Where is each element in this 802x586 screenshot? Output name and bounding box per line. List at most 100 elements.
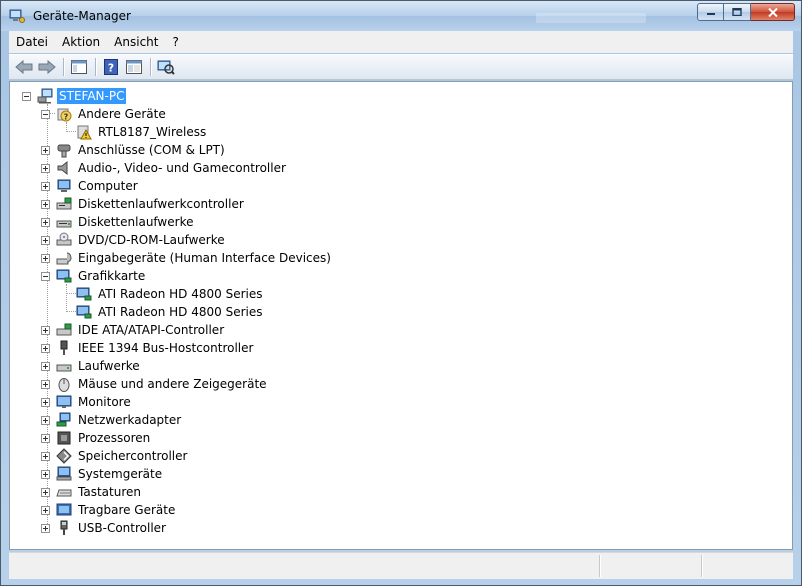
tree-node-computer[interactable]: Computer [41,177,140,195]
tree-node-andere-geraete[interactable]: ? Andere Geräte [41,105,168,123]
tree-label-computer: Computer [78,179,138,193]
svg-text:?: ? [108,62,114,75]
expand-toggle[interactable] [41,163,50,173]
help-icon: ? [104,59,118,75]
expand-toggle[interactable] [41,253,50,263]
tree-node-speichercontroller[interactable]: Speichercontroller [41,447,189,465]
tree-label-tragbare-geraete: Tragbare Geräte [78,503,176,517]
show-hide-console-tree-button[interactable] [68,56,90,78]
expand-toggle[interactable] [41,217,50,227]
mouse-icon [58,378,70,392]
port-icon [57,144,71,158]
device-tree[interactable]: STEFAN-PC ? Andere Geräte RTL8187_Wirele… [9,81,793,550]
processor-icon [57,431,71,445]
help-button[interactable]: ? [100,56,122,78]
scan-hardware-button[interactable] [155,56,177,78]
expand-toggle[interactable] [41,199,50,209]
collapse-toggle[interactable] [41,271,50,281]
title-bar[interactable]: Geräte-Manager [1,1,801,31]
menu-ansicht[interactable]: Ansicht [107,32,165,52]
status-separator [701,555,702,577]
tree-label-ide-ata: IDE ATA/ATAPI-Controller [78,323,225,337]
toolbar: ? [9,54,793,80]
menu-help[interactable]: ? [165,32,185,52]
tree-node-laufwerke[interactable]: Laufwerke [41,357,142,375]
tree-node-ati-radeon-2[interactable]: ATI Radeon HD 4800 Series [76,303,264,321]
speaker-icon [57,160,68,176]
tree-node-anschluesse[interactable]: Anschlüsse (COM & LPT) [41,141,227,159]
expand-toggle[interactable] [41,523,50,533]
collapse-toggle[interactable] [41,109,50,119]
tree-node-systemgeraete[interactable]: Systemgeräte [41,465,164,483]
expand-toggle[interactable] [41,487,50,497]
hid-icon [56,252,72,265]
tree-label-rtl8187-wireless: RTL8187_Wireless [98,125,207,139]
minimize-button[interactable] [697,3,724,21]
expand-toggle[interactable] [41,145,50,155]
tree-node-rtl8187-wireless[interactable]: RTL8187_Wireless [76,123,208,141]
tree-label-ieee-1394: IEEE 1394 Bus-Hostcontroller [78,341,254,355]
expand-toggle[interactable] [41,451,50,461]
expand-toggle[interactable] [41,325,50,335]
firewire-icon [60,340,68,355]
tree-label-prozessoren: Prozessoren [78,431,151,445]
tree-node-maeuse[interactable]: Mäuse und andere Zeigegeräte [41,375,269,393]
maximize-button[interactable] [724,3,751,21]
collapse-toggle[interactable] [22,91,31,101]
scan-hardware-icon [157,60,175,75]
disk-drive-icon [56,364,72,372]
tree-node-tastaturen[interactable]: Tastaturen [41,483,143,501]
forward-button[interactable] [36,56,58,78]
back-icon [15,60,33,74]
tree-node-ieee-1394[interactable]: IEEE 1394 Bus-Hostcontroller [41,339,255,357]
display-adapter-icon [56,269,72,283]
tree-node-audio[interactable]: Audio-, Video- und Gamecontroller [41,159,288,177]
floppy-controller-icon [56,197,72,210]
properties-button[interactable] [123,56,145,78]
expand-toggle[interactable] [41,235,50,245]
tree-node-tragbare-geraete[interactable]: Tragbare Geräte [41,501,177,519]
tree-node-netzwerkadapter[interactable]: Netzwerkadapter [41,411,183,429]
tree-node-grafikkarte[interactable]: Grafikkarte [41,267,147,285]
forward-icon [38,60,56,74]
portable-device-icon [56,503,72,516]
tree-node-diskettenlaufwerkcontroller[interactable]: Diskettenlaufwerkcontroller [41,195,246,213]
tree-label-grafikkarte: Grafikkarte [78,269,146,283]
tree-node-usb-controller[interactable]: USB-Controller [41,519,168,537]
tree-node-monitore[interactable]: Monitore [41,393,133,411]
back-button[interactable] [13,56,35,78]
toolbar-separator [95,58,96,76]
tree-node-ati-radeon-1[interactable]: ATI Radeon HD 4800 Series [76,285,264,303]
minimize-icon [706,13,715,15]
tree-label-usb-controller: USB-Controller [78,521,166,535]
background-window-ghost [536,13,646,23]
tree-label-diskettenlaufwerke: Diskettenlaufwerke [78,215,194,229]
display-adapter-icon [76,287,92,301]
expand-toggle[interactable] [41,379,50,389]
expand-toggle[interactable] [41,505,50,515]
network-adapter-icon [56,412,71,427]
tree-label-eingabegeraete: Eingabegeräte (Human Interface Devices) [78,251,331,265]
computer-network-icon [37,88,53,104]
close-button[interactable] [751,3,795,21]
properties-icon [126,60,142,74]
tree-node-prozessoren[interactable]: Prozessoren [41,429,152,447]
tree-node-dvd-cd-rom[interactable]: DVD/CD-ROM-Laufwerke [41,231,227,249]
expand-toggle[interactable] [41,433,50,443]
menu-aktion[interactable]: Aktion [55,32,107,52]
expand-toggle[interactable] [41,343,50,353]
expand-toggle[interactable] [41,181,50,191]
tree-node-diskettenlaufwerke[interactable]: Diskettenlaufwerke [41,213,195,231]
monitor-icon [56,395,72,408]
show-hide-console-tree-icon [71,60,87,74]
expand-toggle[interactable] [41,469,50,479]
menu-datei[interactable]: Datei [9,32,55,52]
tree-node-root[interactable]: STEFAN-PC [22,87,127,105]
expand-toggle[interactable] [41,361,50,371]
expand-toggle[interactable] [41,397,50,407]
usb-icon [60,520,68,535]
tree-node-eingabegeraete[interactable]: Eingabegeräte (Human Interface Devices) [41,249,333,267]
expand-toggle[interactable] [41,415,50,425]
tree-node-ide-ata[interactable]: IDE ATA/ATAPI-Controller [41,321,226,339]
display-adapter-icon [76,305,92,319]
